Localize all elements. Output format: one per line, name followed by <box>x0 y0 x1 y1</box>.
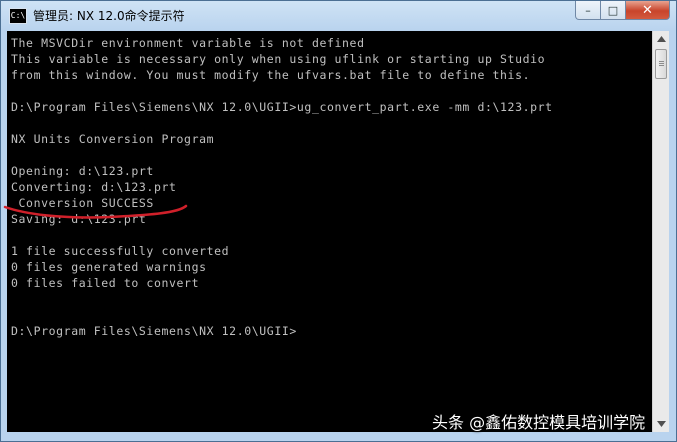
console-line: This variable is necessary only when usi… <box>11 52 546 66</box>
console-line: Converting: d:\123.prt <box>11 180 177 194</box>
console-line: NX Units Conversion Program <box>11 132 215 146</box>
minimize-button[interactable]: – <box>575 1 601 20</box>
console-app-icon[interactable]: C:\ <box>9 8 27 24</box>
console-line: 1 file successfully converted <box>11 244 230 258</box>
console-line: D:\Program Files\Siemens\NX 12.0\UGII> <box>11 324 297 338</box>
console-line: from this window. You must modify the uf… <box>11 68 531 82</box>
console-line: Opening: d:\123.prt <box>11 164 154 178</box>
scroll-thumb[interactable] <box>655 49 667 79</box>
close-button[interactable]: ✕ <box>626 1 670 20</box>
console-line: Conversion SUCCESS <box>11 196 154 210</box>
title-bar[interactable]: C:\ 管理员: NX 12.0命令提示符 – □ ✕ <box>1 1 676 31</box>
console-line: 0 files failed to convert <box>11 276 200 290</box>
vertical-scrollbar[interactable] <box>652 31 669 432</box>
console-output[interactable]: The MSVCDir environment variable is not … <box>7 31 652 432</box>
scroll-up-button[interactable] <box>653 31 669 47</box>
maximize-button[interactable]: □ <box>601 1 626 20</box>
caption-buttons: – □ ✕ <box>575 1 670 21</box>
console-line: 0 files generated warnings <box>11 260 207 274</box>
arrow-up-icon <box>656 36 666 42</box>
scroll-down-button[interactable] <box>653 416 669 432</box>
maximize-icon: □ <box>607 3 619 17</box>
watermark: 头条 @鑫佑数控模具培训学院 <box>432 413 646 432</box>
console-line: D:\Program Files\Siemens\NX 12.0\UGII>ug… <box>11 100 553 114</box>
close-icon: ✕ <box>642 2 653 18</box>
command-prompt-window: C:\ 管理员: NX 12.0命令提示符 – □ ✕ The MSVCDir … <box>0 0 677 442</box>
window-title: 管理员: NX 12.0命令提示符 <box>33 9 185 23</box>
console-line: Saving: d:\123.prt <box>11 212 147 226</box>
console-line: The MSVCDir environment variable is not … <box>11 36 365 50</box>
minimize-icon: – <box>585 3 591 17</box>
arrow-down-icon <box>656 421 666 427</box>
